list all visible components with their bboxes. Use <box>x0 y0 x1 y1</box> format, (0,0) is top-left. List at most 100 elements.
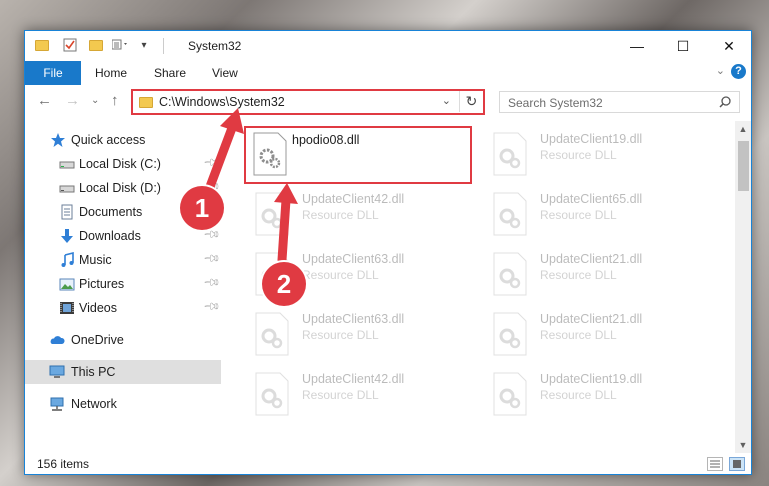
dll-file-icon <box>493 252 527 296</box>
search-input[interactable]: Search System32 <box>508 96 603 110</box>
file-name: UpdateClient21.dll <box>540 252 643 266</box>
sidebar-item-this-pc[interactable]: This PC <box>25 360 221 384</box>
maximize-button[interactable]: ☐ <box>660 31 706 61</box>
title-bar: ▾ System32 — ☐ ✕ <box>25 31 751 61</box>
quick-access-dropdown-icon[interactable]: ▾ <box>137 36 151 54</box>
sidebar-item-music[interactable]: Music 📌︎ <box>25 248 221 272</box>
file-tile[interactable]: UpdateClient42.dll Resource DLL <box>244 366 474 422</box>
scrollbar-thumb[interactable] <box>738 141 749 191</box>
search-box[interactable]: Search System32 <box>499 91 740 113</box>
pin-icon[interactable]: 📌︎ <box>202 153 221 172</box>
divider <box>163 38 164 54</box>
file-type: Resource DLL <box>302 208 379 222</box>
file-tile[interactable]: UpdateClient63.dll Resource DLL <box>244 306 474 362</box>
sidebar-item-videos[interactable]: Videos 📌︎ <box>25 296 221 320</box>
customize-toolbar-icon[interactable] <box>111 36 131 54</box>
videos-icon <box>60 302 74 314</box>
file-type: Resource DLL <box>540 328 617 342</box>
file-type: Resource DLL <box>540 268 617 282</box>
help-icon[interactable]: ? <box>731 64 746 79</box>
properties-icon[interactable] <box>61 36 79 54</box>
sidebar-item-label: This PC <box>71 365 116 379</box>
sidebar-item-label: Downloads <box>79 229 141 243</box>
file-name: UpdateClient63.dll <box>302 252 405 266</box>
details-view-icon[interactable] <box>707 457 723 471</box>
refresh-icon[interactable]: ↻ <box>459 91 483 112</box>
back-arrow-icon[interactable]: ← <box>37 92 52 109</box>
close-button[interactable]: ✕ <box>706 31 752 61</box>
downloads-icon <box>61 229 73 243</box>
recent-locations-icon[interactable]: ⌄ <box>91 95 99 106</box>
sidebar-item-label: Local Disk (C:) <box>79 157 161 171</box>
documents-icon <box>61 204 73 220</box>
file-type: Resource DLL <box>302 328 379 342</box>
computer-icon <box>49 365 65 378</box>
sidebar-item-pictures[interactable]: Pictures 📌︎ <box>25 272 221 296</box>
file-tile[interactable]: UpdateClient19.dll Resource DLL <box>482 366 712 422</box>
tab-view[interactable]: View <box>212 66 238 80</box>
status-bar: 156 items <box>25 453 751 475</box>
file-tile[interactable]: UpdateClient19.dll Resource DLL <box>482 126 712 182</box>
file-tile[interactable]: UpdateClient42.dll Resource DLL <box>244 186 474 242</box>
cloud-icon <box>50 336 65 344</box>
address-path[interactable]: C:\Windows\System32 <box>159 95 285 109</box>
dll-file-icon <box>493 132 527 176</box>
large-icons-view-icon[interactable] <box>729 457 745 471</box>
navigation-pane: Quick access Local Disk (C:) 📌︎ Local Di… <box>25 121 221 451</box>
dll-file-icon <box>493 372 527 416</box>
sidebar-item-label: Videos <box>79 301 117 315</box>
new-folder-icon[interactable] <box>87 36 105 54</box>
navigation-bar: ← → ⌄ ↑ C:\Windows\System32 ⌄ ↻ Search S… <box>25 88 751 116</box>
vertical-scrollbar[interactable]: ▲ ▼ <box>735 121 751 453</box>
minimize-button[interactable]: — <box>614 31 660 61</box>
sidebar-item-label: Pictures <box>79 277 125 291</box>
file-type: Resource DLL <box>302 268 379 282</box>
sidebar-item-label: Local Disk (D:) <box>79 181 161 195</box>
expand-ribbon-icon[interactable]: ⌄ <box>716 64 725 77</box>
pin-icon[interactable]: 📌︎ <box>202 297 221 316</box>
pin-icon[interactable]: 📌︎ <box>202 273 221 292</box>
dll-file-icon <box>493 192 527 236</box>
pin-icon[interactable]: 📌︎ <box>202 249 221 268</box>
dll-file-icon <box>255 372 289 416</box>
forward-arrow-icon[interactable]: → <box>65 92 80 109</box>
file-name: UpdateClient19.dll <box>540 372 643 386</box>
file-type: Resource DLL <box>540 208 617 222</box>
tab-home[interactable]: Home <box>95 66 127 80</box>
folder-icon <box>33 36 51 54</box>
folder-icon <box>139 97 153 108</box>
sidebar-item-quick-access[interactable]: Quick access <box>25 128 221 152</box>
up-arrow-icon[interactable]: ↑ <box>111 92 119 109</box>
dll-file-icon <box>493 312 527 356</box>
file-name: UpdateClient21.dll <box>540 312 643 326</box>
scroll-down-icon[interactable]: ▼ <box>735 437 751 453</box>
file-name: UpdateClient65.dll <box>540 192 643 206</box>
star-icon <box>51 133 65 147</box>
file-name: hpodio08.dll <box>292 133 360 147</box>
address-dropdown-icon[interactable]: ⌄ <box>442 94 451 107</box>
file-tile[interactable]: UpdateClient21.dll Resource DLL <box>482 306 712 362</box>
network-icon <box>50 397 64 411</box>
file-type: Resource DLL <box>540 148 617 162</box>
window-title: System32 <box>188 39 242 53</box>
scroll-up-icon[interactable]: ▲ <box>735 121 751 137</box>
sidebar-item-network[interactable]: Network <box>25 392 221 416</box>
search-icon[interactable] <box>719 96 731 108</box>
ribbon: File Home Share View ⌄ ? <box>25 61 751 85</box>
sidebar-item-onedrive[interactable]: OneDrive <box>25 328 221 352</box>
file-tile[interactable]: UpdateClient65.dll Resource DLL <box>482 186 712 242</box>
address-bar[interactable]: C:\Windows\System32 ⌄ ↻ <box>131 89 485 115</box>
drive-icon <box>59 185 75 193</box>
sidebar-item-label: Documents <box>79 205 143 219</box>
file-tile-hpodio08[interactable]: hpodio08.dll <box>244 126 472 184</box>
pictures-icon <box>59 278 75 291</box>
drive-icon <box>59 161 75 169</box>
file-name: UpdateClient42.dll <box>302 372 405 386</box>
file-tile[interactable]: UpdateClient21.dll Resource DLL <box>482 246 712 302</box>
tab-file[interactable]: File <box>25 61 81 85</box>
sidebar-item-label: OneDrive <box>71 333 124 347</box>
step-1-callout: 1 <box>180 186 224 230</box>
tab-share[interactable]: Share <box>154 66 186 80</box>
sidebar-item-local-disk-c[interactable]: Local Disk (C:) 📌︎ <box>25 152 221 176</box>
file-name: UpdateClient19.dll <box>540 132 643 146</box>
